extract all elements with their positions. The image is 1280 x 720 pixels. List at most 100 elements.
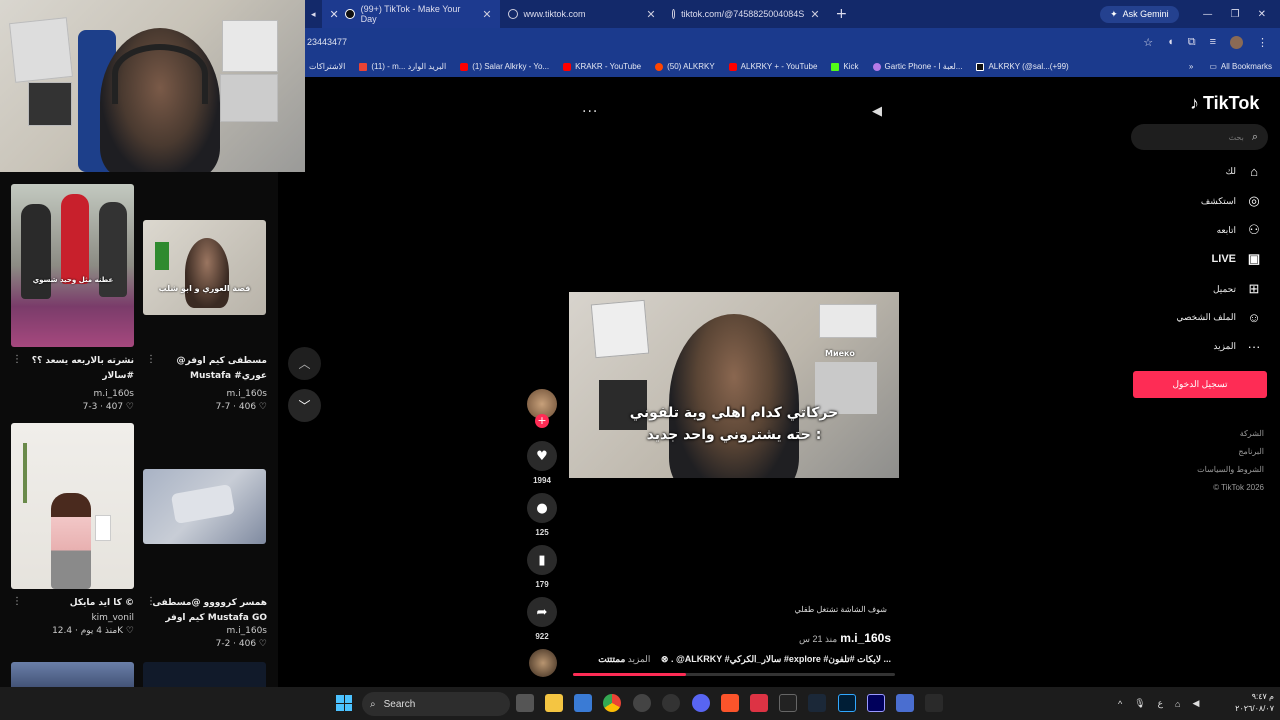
save-button[interactable]: ▮ (527, 545, 557, 575)
chrome-icon[interactable] (603, 694, 621, 712)
sidebar-item-more[interactable]: المزيد ··· (1213, 339, 1262, 354)
video-more-options-icon[interactable]: ··· (582, 104, 598, 120)
tab-tiktok-www[interactable]: www.tiktok.com ✕ (500, 0, 664, 28)
close-icon[interactable]: ✕ (646, 8, 655, 21)
bookmark-item[interactable]: KRAKR - YouTube (563, 62, 641, 71)
bookmark-item[interactable]: Gartic Phone - لعبة ا... (872, 62, 962, 71)
premiere-icon[interactable] (867, 694, 885, 712)
more-link[interactable]: المزيد (628, 654, 651, 664)
sidebar-item-explore[interactable]: استكشف ◎ (1201, 193, 1262, 209)
star-icon[interactable]: ☆ (1143, 36, 1153, 49)
music-disc-icon[interactable] (529, 649, 557, 677)
close-icon[interactable]: ✕ (810, 8, 819, 21)
next-video-button[interactable]: ﹀ (288, 389, 321, 422)
cast-icon[interactable]: ◖ (1167, 36, 1174, 49)
bookmark-item[interactable]: Kick (831, 62, 859, 71)
all-bookmarks-button[interactable]: ▭ All Bookmarks (1209, 62, 1272, 71)
video-caption[interactable]: @مسطفى كيم اوفر Mustafa #عوري #ابو_شلب..… (150, 354, 267, 386)
store-icon[interactable] (574, 694, 592, 712)
extensions-icon[interactable]: ⧉ (1188, 36, 1196, 49)
bookmark-item[interactable]: ALKRKY + - YouTube (728, 62, 817, 71)
chevron-up-icon[interactable]: ^ (1118, 699, 1122, 709)
tab-tiktok-main[interactable]: ✕ (99+) TikTok - Make Your Day ✕ (321, 0, 500, 28)
search-icon[interactable]: ⌕ (1252, 130, 1258, 144)
video-progress-bar[interactable] (573, 673, 895, 676)
more-options-icon[interactable]: ⋮ (12, 596, 22, 607)
obs-icon[interactable] (662, 694, 680, 712)
sidebar-item-upload[interactable]: تحميل ⊞ (1213, 281, 1262, 297)
restore-icon[interactable]: ❐ (1231, 9, 1240, 20)
video-caption[interactable]: كا ايد مايكل © (20, 596, 134, 612)
microphone-icon[interactable]: 🎙 (1134, 698, 1145, 709)
sidebar-item-live[interactable]: LIVE ▣ (1212, 251, 1262, 267)
video-author[interactable]: kim_vonil (40, 613, 134, 623)
sidebar-item-for-you[interactable]: لك ⌂ (1226, 164, 1262, 179)
brave-icon[interactable] (721, 694, 739, 712)
bookmark-item[interactable]: (11) - m... البريد الوارد (359, 62, 446, 71)
video-thumbnail[interactable] (143, 469, 266, 544)
main-video-player[interactable]: Миеко حركاتي كدام اهلي وية تلفوني حته يش… (569, 292, 899, 478)
minimize-icon[interactable]: — (1203, 9, 1213, 20)
new-tab-button[interactable]: + (828, 6, 856, 22)
video-author[interactable]: m.i_160s (172, 626, 268, 636)
ask-gemini-button[interactable]: ✦ Ask Gemini (1100, 5, 1179, 23)
task-view-icon[interactable] (516, 694, 534, 712)
menu-icon[interactable]: ⋮ (1257, 36, 1268, 49)
follow-button[interactable]: + (535, 414, 549, 428)
previous-video-button[interactable]: ︿ (288, 347, 321, 380)
snipping-tool-icon[interactable] (750, 694, 768, 712)
video-thumbnail[interactable]: قصة العوري و ابو شلب (143, 220, 266, 315)
footer-link[interactable]: البرنامج (1150, 443, 1264, 461)
language-indicator[interactable]: ع (1158, 698, 1163, 709)
sidebar-item-following[interactable]: اتابعه ⚇ (1217, 222, 1262, 238)
photoshop-icon[interactable] (838, 694, 856, 712)
comment-button[interactable]: ● (527, 493, 557, 523)
speaker-icon[interactable]: ◀ (1192, 698, 1199, 709)
app-icon[interactable] (925, 694, 943, 712)
sidebar-item-profile[interactable]: الملف الشخصي ☺ (1176, 310, 1262, 325)
video-caption[interactable]: نشرته بالاربعه يسعد ؟؟ #سالار #مسطفى_كيم… (14, 354, 134, 386)
close-icon[interactable]: ✕ (482, 8, 491, 21)
video-author[interactable]: m.i_160s (172, 389, 268, 399)
avatar[interactable] (1230, 35, 1243, 49)
video-thumbnail[interactable] (143, 662, 266, 687)
footer-link[interactable]: الشركة (1150, 425, 1264, 443)
network-icon[interactable]: ⌂ (1175, 699, 1180, 709)
media-icon[interactable]: ≡ (1210, 36, 1216, 49)
video-author-name[interactable]: m.i_160s (840, 631, 891, 645)
bookmark-item[interactable]: الاشتراكات (309, 62, 345, 71)
bookmark-item[interactable]: ALKRKY (@sal...(+99) (976, 62, 1069, 71)
more-options-icon[interactable]: ⋮ (12, 354, 22, 365)
like-button[interactable]: ♥ (527, 441, 557, 471)
volume-icon[interactable]: ◀ (872, 104, 882, 119)
url-field[interactable]: 23443477 (305, 37, 347, 47)
tiktok-logo[interactable]: ♪ TikTok (1190, 93, 1259, 114)
tab-menu[interactable]: ◂ (305, 0, 322, 28)
settings-icon[interactable] (633, 694, 651, 712)
footer-link[interactable]: الشروط والسياسات (1150, 461, 1264, 479)
search-input[interactable]: بحث ⌕ (1131, 124, 1268, 150)
bookmark-item[interactable]: (50) ALKRKY (655, 62, 715, 71)
video-author[interactable]: m.i_160s (40, 389, 135, 399)
bookmark-item[interactable]: (1) Salar Alkrky - Yo... (460, 62, 549, 71)
taskbar-search[interactable]: ⌕ Search (362, 692, 510, 716)
more-options-icon[interactable]: ⋮ (146, 596, 156, 607)
app-icon[interactable] (896, 694, 914, 712)
window-close-icon[interactable]: ✕ (1258, 9, 1266, 20)
login-button[interactable]: تسجيل الدخول (1133, 371, 1267, 398)
capcut-icon[interactable] (779, 694, 797, 712)
discord-icon[interactable] (692, 694, 710, 712)
share-button[interactable]: ➦ (527, 597, 557, 627)
video-caption[interactable]: همسر كروووو @مسطفى كيم اوفر Mustafa GO @… (150, 596, 267, 628)
video-thumbnail[interactable] (11, 423, 134, 589)
video-thumbnail[interactable]: عطنه مثل وحيد شسوي (11, 184, 134, 347)
more-options-icon[interactable]: ⋮ (146, 354, 156, 365)
taskbar-clock[interactable]: م ٩:٤٧ ٢٠٢٦/٠٨/٠٧ (1226, 691, 1274, 715)
chevron-right-icon[interactable]: » (1189, 62, 1193, 71)
close-icon[interactable]: ✕ (330, 8, 339, 21)
start-button[interactable] (336, 695, 352, 711)
video-thumbnail[interactable] (11, 662, 134, 687)
steam-icon[interactable] (808, 694, 826, 712)
tab-tiktok-profile[interactable]: tiktok.com/@7458825004084S ✕ (664, 0, 828, 28)
file-explorer-icon[interactable] (545, 694, 563, 712)
